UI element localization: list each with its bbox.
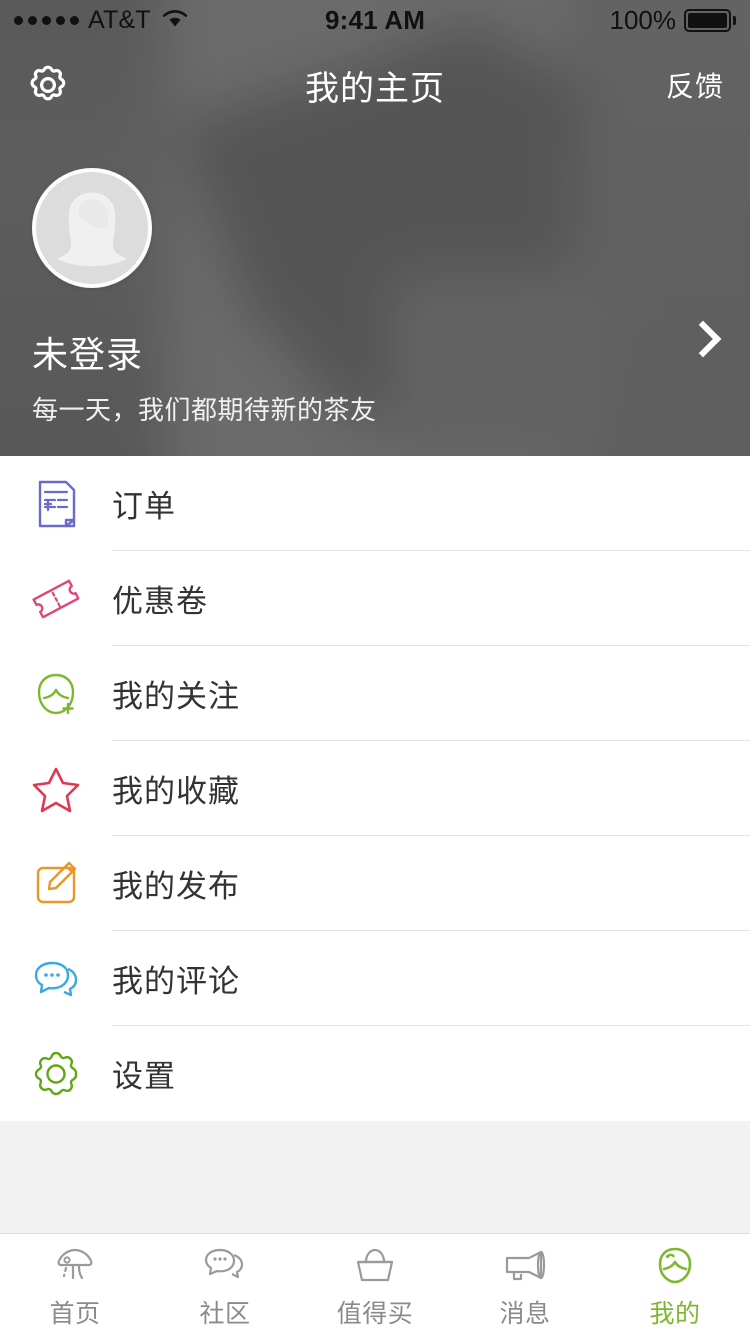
menu-item-label: 我的关注: [112, 679, 240, 714]
menu-item-comments[interactable]: 我的评论: [0, 931, 750, 1026]
tab-profile[interactable]: 我的: [600, 1234, 750, 1334]
menu-item-label: 我的收藏: [112, 774, 240, 809]
megaphone-icon: [501, 1244, 549, 1288]
menu-item-favorites[interactable]: 我的收藏: [0, 741, 750, 836]
profile-subtitle: 每一天，我们都期待新的茶友: [32, 395, 377, 425]
tab-label: 消息: [499, 1300, 551, 1328]
profile-block[interactable]: 未登录 每一天，我们都期待新的茶友: [0, 130, 750, 427]
menu-item-label: 我的发布: [112, 869, 240, 904]
settings-gear-icon: [24, 1042, 88, 1106]
battery-percent-label: 100%: [609, 4, 677, 35]
bottom-tab-bar: 首页 社区 值得买 消息 我的: [0, 1233, 750, 1334]
order-invoice-icon: [24, 472, 88, 536]
menu-item-coupons[interactable]: 优惠卷: [0, 551, 750, 646]
tab-label: 社区: [199, 1300, 251, 1328]
profile-header: AT&T 9:41 AM 100% 我的主页 反馈 未登录 每一天，我们都期待新…: [0, 0, 750, 456]
menu-item-orders[interactable]: 订单: [0, 456, 750, 551]
tab-label: 值得买: [336, 1300, 414, 1328]
navigation-bar: 我的主页 反馈: [0, 40, 750, 130]
shopping-basket-icon: [351, 1244, 399, 1288]
menu-item-label: 我的评论: [112, 964, 240, 999]
app-screen: AT&T 9:41 AM 100% 我的主页 反馈 未登录 每一天，我们都期待新…: [0, 0, 750, 1334]
carrier-label: AT&T: [88, 5, 151, 34]
tab-worth-buying[interactable]: 值得买: [300, 1234, 450, 1334]
tab-home[interactable]: 首页: [0, 1234, 150, 1334]
menu-item-settings[interactable]: 设置: [0, 1026, 750, 1121]
profile-name: 未登录: [32, 334, 144, 375]
status-bar: AT&T 9:41 AM 100%: [0, 0, 750, 40]
star-icon: [24, 757, 88, 821]
page-title: 我的主页: [305, 69, 445, 108]
follow-person-add-icon: [24, 662, 88, 726]
coupon-ticket-icon: [24, 567, 88, 631]
menu-item-label: 订单: [112, 489, 176, 524]
tab-label: 首页: [49, 1300, 101, 1328]
community-bubbles-icon: [201, 1244, 249, 1288]
menu-item-posts[interactable]: 我的发布: [0, 836, 750, 931]
tab-label: 我的: [649, 1300, 701, 1328]
default-female-avatar-icon: [36, 172, 148, 284]
battery-full-icon: [684, 8, 737, 32]
feedback-button[interactable]: 反馈: [666, 65, 724, 105]
clock-label: 9:41 AM: [324, 4, 426, 35]
menu-item-label: 优惠卷: [112, 584, 208, 619]
wifi-icon: [160, 5, 190, 36]
tab-community[interactable]: 社区: [150, 1234, 300, 1334]
signal-strength-icon: [14, 15, 79, 25]
mushroom-home-icon: [51, 1244, 99, 1288]
menu-list: 订单 优惠卷 我的关注 我的收藏 我的发布 我的评论 设置: [0, 456, 750, 1121]
content-filler: [0, 1121, 750, 1234]
menu-item-label: 设置: [112, 1059, 176, 1094]
avatar[interactable]: [32, 168, 152, 288]
comment-bubbles-icon: [24, 947, 88, 1011]
menu-item-following[interactable]: 我的关注: [0, 646, 750, 741]
tab-messages[interactable]: 消息: [450, 1234, 600, 1334]
edit-pencil-icon: [24, 852, 88, 916]
gear-icon[interactable]: [26, 63, 70, 107]
profile-head-icon: [651, 1244, 699, 1288]
